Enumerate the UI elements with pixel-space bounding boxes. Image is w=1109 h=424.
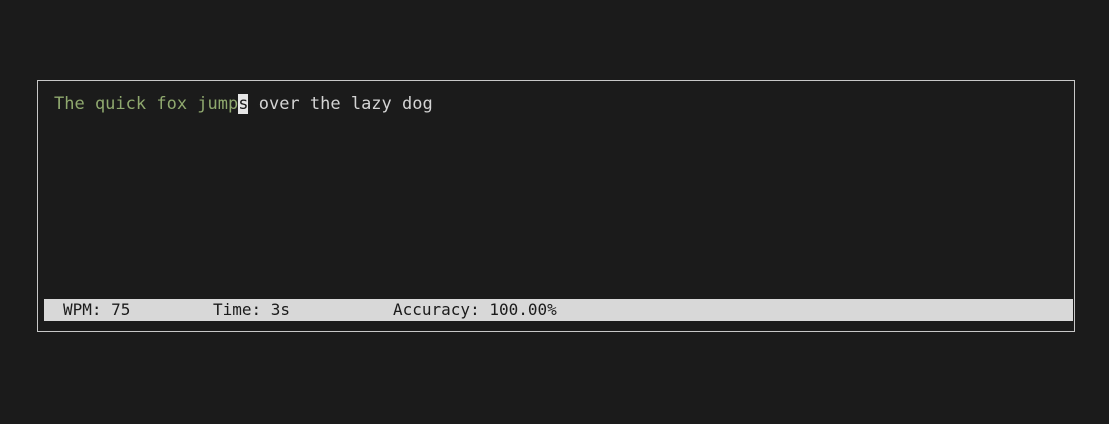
status-bar: WPM: 75 Time: 3s Accuracy: 100.00%: [44, 299, 1073, 321]
typed-text: The quick fox jump: [54, 94, 239, 114]
text-cursor: s: [238, 94, 249, 114]
wpm-stat: WPM: 75: [63, 300, 131, 319]
typing-prompt[interactable]: The quick fox jumps over the lazy dog: [54, 93, 433, 115]
time-stat: Time: 3s: [213, 300, 291, 319]
typing-test-panel: The quick fox jumps over the lazy dog WP…: [37, 80, 1075, 332]
remaining-text: over the lazy dog: [248, 94, 433, 114]
accuracy-stat: Accuracy: 100.00%: [393, 300, 557, 319]
